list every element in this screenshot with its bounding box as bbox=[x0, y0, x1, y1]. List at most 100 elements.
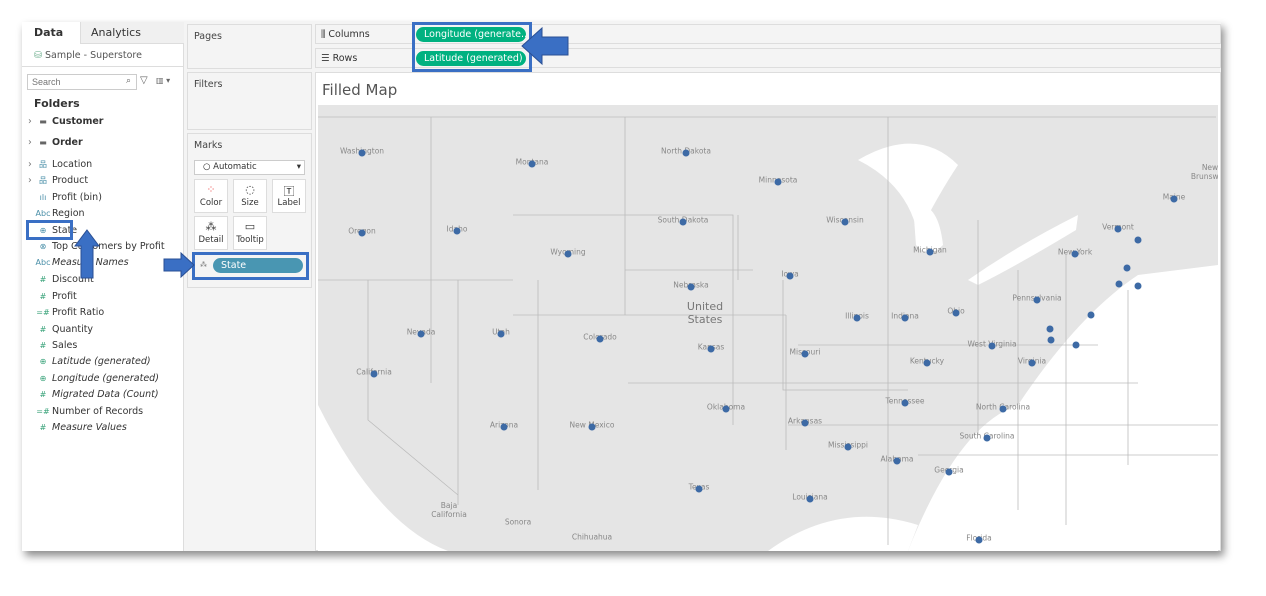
state-mark[interactable] bbox=[370, 370, 378, 378]
state-mark[interactable] bbox=[901, 399, 909, 407]
hash-icon: # bbox=[39, 341, 47, 350]
state-mark[interactable] bbox=[923, 359, 931, 367]
field-profit[interactable]: # Profit bbox=[28, 289, 77, 305]
state-mark[interactable] bbox=[1170, 195, 1178, 203]
tooltip-button[interactable]: ▭ Tooltip bbox=[233, 216, 267, 250]
field-profit-ratio[interactable]: =# Profit Ratio bbox=[28, 305, 104, 321]
state-mark[interactable] bbox=[497, 330, 505, 338]
search-input[interactable] bbox=[27, 74, 137, 90]
state-mark[interactable] bbox=[358, 229, 366, 237]
field-label: Migrated Data (Count) bbox=[52, 389, 159, 400]
pages-card[interactable]: Pages bbox=[187, 24, 312, 69]
mark-type-dropdown[interactable]: ○ Automatic ▾ bbox=[194, 160, 305, 175]
field-measure-values[interactable]: # Measure Values bbox=[28, 420, 127, 436]
region-label: Sonora bbox=[504, 517, 532, 527]
state-mark[interactable] bbox=[1028, 359, 1036, 367]
data-pane: Data Analytics ⛁ Sample - Superstore ⌕ ▽… bbox=[22, 22, 184, 551]
state-mark[interactable] bbox=[682, 149, 690, 157]
state-mark[interactable] bbox=[1072, 341, 1080, 349]
state-mark[interactable] bbox=[926, 248, 934, 256]
state-mark[interactable] bbox=[786, 272, 794, 280]
state-mark[interactable] bbox=[1134, 236, 1142, 244]
state-mark[interactable] bbox=[1047, 336, 1055, 344]
field-longitude-generated[interactable]: ⊕ Longitude (generated) bbox=[28, 371, 159, 387]
state-mark[interactable] bbox=[1123, 264, 1131, 272]
state-mark[interactable] bbox=[1134, 282, 1142, 290]
database-icon: ⛁ bbox=[34, 50, 42, 61]
view-options-icon[interactable]: ▥ ▾ bbox=[156, 76, 170, 85]
state-mark[interactable] bbox=[945, 468, 953, 476]
state-mark[interactable] bbox=[983, 434, 991, 442]
state-mark[interactable] bbox=[1046, 325, 1054, 333]
state-mark[interactable] bbox=[500, 423, 508, 431]
field-label: Profit (bin) bbox=[52, 192, 102, 203]
datasource[interactable]: ⛁ Sample - Superstore bbox=[34, 50, 142, 61]
field-label: Latitude (generated) bbox=[52, 356, 151, 367]
size-button[interactable]: ◌ Size bbox=[233, 179, 267, 213]
state-mark[interactable] bbox=[988, 342, 996, 350]
state-mark[interactable] bbox=[588, 423, 596, 431]
state-mark[interactable] bbox=[801, 419, 809, 427]
field-label: Measure Values bbox=[52, 422, 127, 433]
field-quantity[interactable]: # Quantity bbox=[28, 322, 93, 338]
color-button[interactable]: ⁘ Color bbox=[194, 179, 228, 213]
state-mark[interactable] bbox=[564, 250, 572, 258]
label-button[interactable]: 🅃 Label bbox=[272, 179, 306, 213]
hash-icon: # bbox=[39, 325, 47, 334]
state-mark[interactable] bbox=[1071, 250, 1079, 258]
bin-icon: ılı bbox=[39, 193, 47, 202]
state-mark[interactable] bbox=[1087, 311, 1095, 319]
state-mark[interactable] bbox=[722, 405, 730, 413]
state-mark[interactable] bbox=[801, 350, 809, 358]
marks-pill-highlight bbox=[192, 252, 309, 280]
arrow-to-detail-pill bbox=[163, 252, 195, 278]
state-mark[interactable] bbox=[528, 160, 536, 168]
state-mark[interactable] bbox=[901, 314, 909, 322]
field-product[interactable]: › 品 Product bbox=[28, 173, 88, 189]
field-latitude-generated[interactable]: ⊕ Latitude (generated) bbox=[28, 354, 151, 370]
hierarchy-icon: 品 bbox=[39, 160, 47, 169]
state-mark[interactable] bbox=[679, 218, 687, 226]
country-label: United States bbox=[686, 300, 724, 326]
calc-hash-icon: =# bbox=[36, 407, 50, 416]
field-number-of-records[interactable]: =# Number of Records bbox=[28, 404, 143, 420]
field-location[interactable]: › 品 Location bbox=[28, 157, 92, 173]
state-mark[interactable] bbox=[975, 536, 983, 544]
state-mark[interactable] bbox=[806, 495, 814, 503]
state-mark[interactable] bbox=[1114, 225, 1122, 233]
field-migrated-data-count[interactable]: # Migrated Data (Count) bbox=[28, 387, 159, 403]
state-mark[interactable] bbox=[841, 218, 849, 226]
region-label: Chihuahua bbox=[571, 532, 613, 542]
state-mark[interactable] bbox=[1033, 296, 1041, 304]
folder-icon: ▬ bbox=[39, 138, 47, 147]
hash-icon: # bbox=[39, 423, 47, 432]
field-label: Order bbox=[52, 137, 83, 148]
filter-icon[interactable]: ▽ bbox=[140, 75, 148, 86]
state-mark[interactable] bbox=[844, 443, 852, 451]
state-mark[interactable] bbox=[1115, 280, 1123, 288]
state-mark[interactable] bbox=[358, 149, 366, 157]
arrow-to-shelf-pills bbox=[521, 26, 569, 66]
state-mark[interactable] bbox=[707, 345, 715, 353]
state-mark[interactable] bbox=[453, 227, 461, 235]
state-mark[interactable] bbox=[596, 335, 604, 343]
state-mark[interactable] bbox=[695, 485, 703, 493]
field-label: Region bbox=[52, 208, 85, 219]
tab-analytics[interactable]: Analytics bbox=[80, 22, 184, 44]
field-profit-bin[interactable]: ılı Profit (bin) bbox=[28, 190, 102, 206]
state-mark[interactable] bbox=[853, 314, 861, 322]
state-mark[interactable] bbox=[952, 309, 960, 317]
state-mark[interactable] bbox=[417, 330, 425, 338]
tab-data[interactable]: Data bbox=[22, 22, 80, 44]
filters-card[interactable]: Filters bbox=[187, 72, 312, 130]
filled-map[interactable]: WashingtonMontanaNorth DakotaOregonIdaho… bbox=[318, 105, 1218, 551]
field-sales[interactable]: # Sales bbox=[28, 338, 78, 354]
field-order[interactable]: › ▬ Order bbox=[28, 135, 83, 151]
state-mark[interactable] bbox=[687, 283, 695, 291]
state-mark[interactable] bbox=[774, 178, 782, 186]
detail-button[interactable]: ⁂ Detail bbox=[194, 216, 228, 250]
state-mark[interactable] bbox=[999, 405, 1007, 413]
field-customer[interactable]: › ▬ Customer bbox=[28, 114, 104, 130]
state-mark[interactable] bbox=[893, 457, 901, 465]
tooltip-icon: ▭ bbox=[244, 220, 256, 233]
